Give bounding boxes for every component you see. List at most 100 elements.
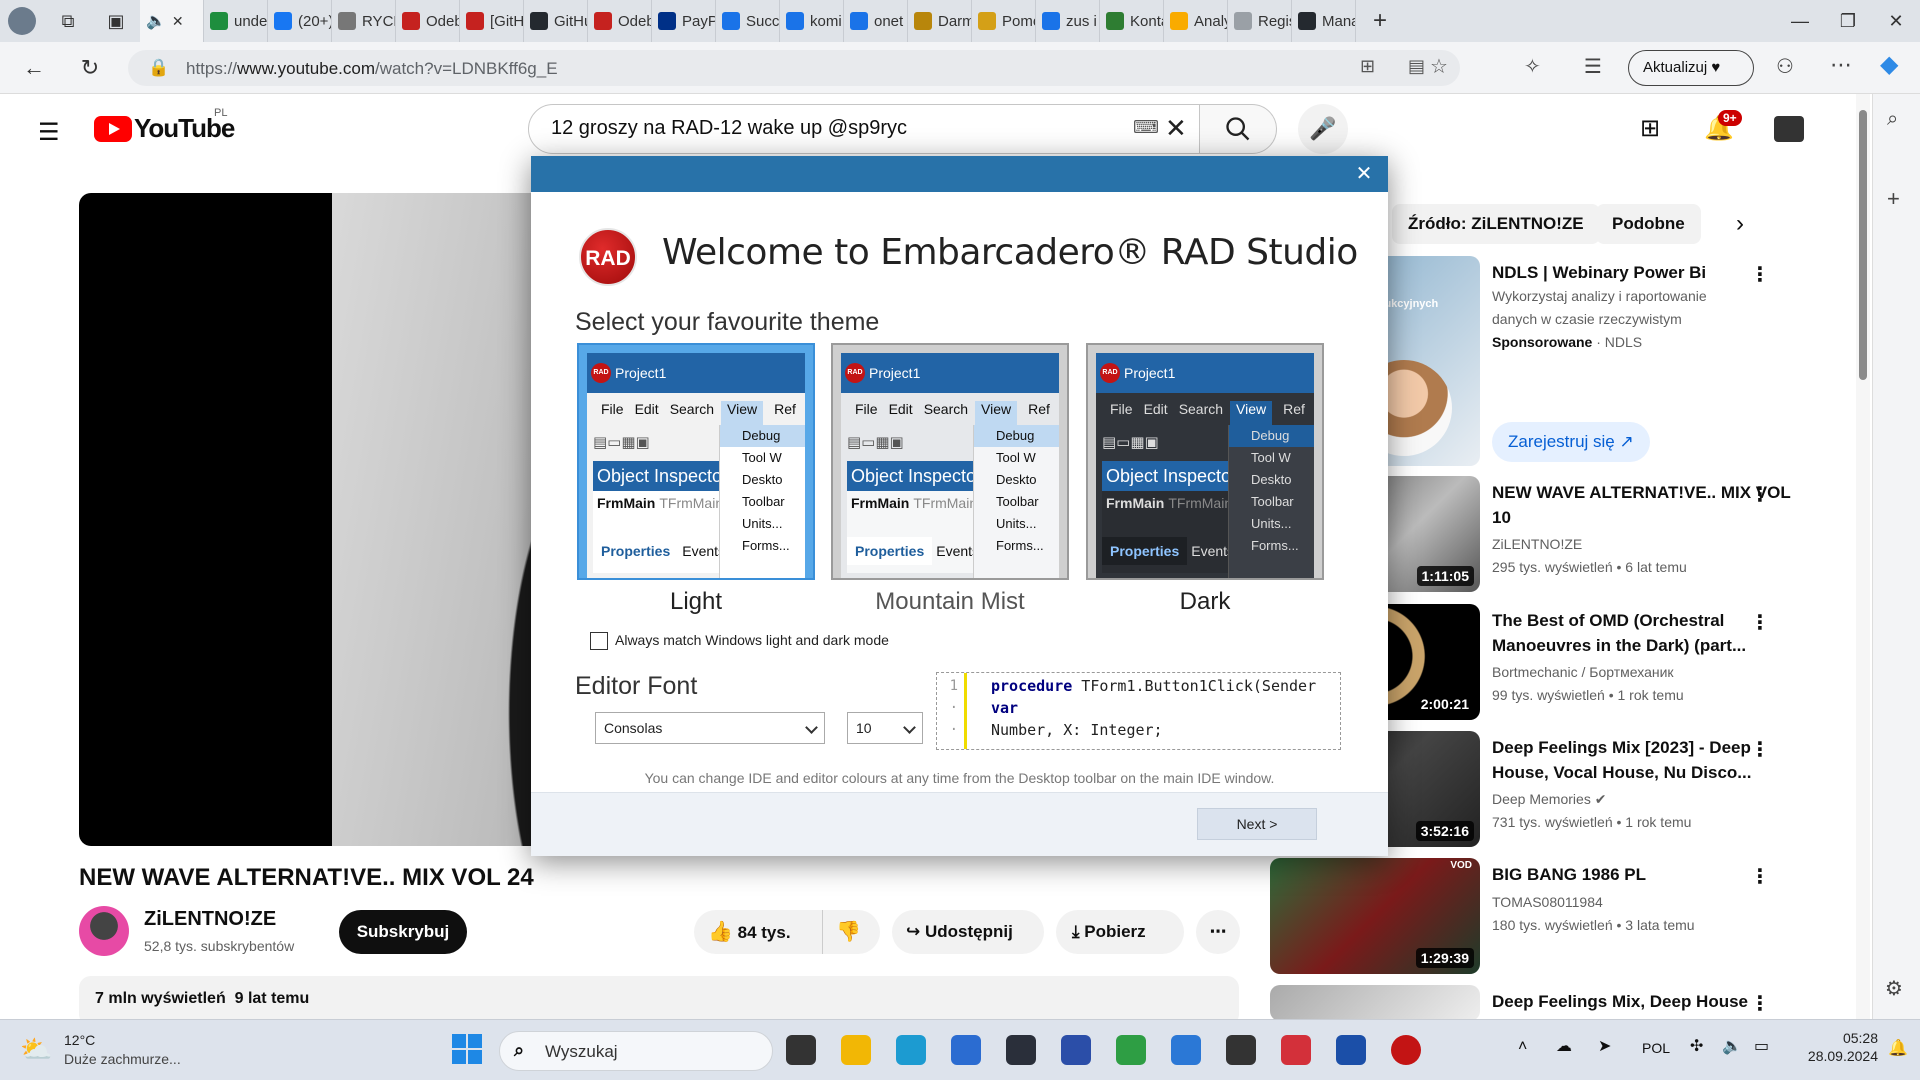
browser-tab[interactable]: GitHu xyxy=(524,0,588,42)
recommendation-channel[interactable]: ZiLENTNO!ZE xyxy=(1492,536,1582,552)
immersive-reader-icon[interactable]: ▤ xyxy=(1408,56,1425,77)
recommendation-more-icon[interactable]: ⋮ xyxy=(1750,482,1770,507)
sidebar-settings-icon[interactable]: ⚙ xyxy=(1885,976,1903,1001)
search-query-text[interactable]: 12 groszy na RAD-12 wake up @sp9ryc xyxy=(551,117,907,140)
ad-more-icon[interactable]: ⋮ xyxy=(1750,262,1770,287)
channel-avatar[interactable] xyxy=(79,906,129,956)
recommendation-channel[interactable]: TOMAS08011984 xyxy=(1492,894,1603,910)
weather-cloud-icon[interactable]: ⛅ xyxy=(20,1034,52,1065)
theme-label[interactable]: Light xyxy=(577,588,815,616)
like-button[interactable]: 👍 84 tys. xyxy=(708,910,791,955)
volume-icon[interactable]: 🔈 xyxy=(1722,1036,1742,1056)
clear-search-icon[interactable]: ✕ xyxy=(1165,113,1187,144)
share-button[interactable]: ↪ Udostępnij xyxy=(892,910,1044,954)
url-bar[interactable]: 🔒 https://www.youtube.com/watch?v=LDNBKf… xyxy=(128,50,1460,86)
browser-tab[interactable]: PayPa xyxy=(652,0,716,42)
copilot-icon[interactable]: ◆ xyxy=(1880,50,1898,79)
ad-register-button[interactable]: Zarejestruj się ↗ xyxy=(1492,422,1650,462)
close-window-icon[interactable]: ✕ xyxy=(1872,11,1920,32)
help-app-icon[interactable] xyxy=(1171,1035,1201,1065)
search-button[interactable] xyxy=(1199,104,1277,154)
profile-avatar[interactable] xyxy=(0,0,44,42)
rad-studio-icon[interactable] xyxy=(1391,1035,1421,1065)
browser-tab[interactable]: Succe xyxy=(716,0,780,42)
browser-tab[interactable]: unde xyxy=(204,0,268,42)
sidebar-add-icon[interactable]: + xyxy=(1887,186,1900,212)
save-disk-icon[interactable] xyxy=(1061,1035,1091,1065)
theme-option-mountain-mist[interactable]: RAD Project1 File Edit Search View Ref ▤▭▦▣ Obje… xyxy=(831,343,1069,580)
minimize-icon[interactable]: — xyxy=(1776,11,1824,32)
file-explorer-icon[interactable] xyxy=(841,1035,871,1065)
battery-icon[interactable]: ▭ xyxy=(1754,1036,1769,1056)
recommendation-more-icon[interactable]: ⋮ xyxy=(1750,864,1770,889)
sidebar-search-icon[interactable]: ⌕ xyxy=(1887,108,1898,131)
weather-description[interactable]: Duże zachmurze... xyxy=(64,1051,181,1067)
match-windows-label[interactable]: Always match Windows light and dark mode xyxy=(615,632,889,648)
more-menu-icon[interactable]: ⋯ xyxy=(1830,52,1852,78)
recommendation-title[interactable]: NEW WAVE ALTERNAT!VE.. MIX VOL 10 xyxy=(1492,480,1792,530)
recommendation-more-icon[interactable]: ⋮ xyxy=(1750,991,1770,1016)
app-available-icon[interactable]: ⊞ xyxy=(1360,56,1375,77)
show-hidden-icons-icon[interactable]: ˄ xyxy=(1518,1038,1527,1056)
hamburger-menu-icon[interactable]: ☰ xyxy=(38,118,60,147)
keyboard-icon[interactable]: ⌨ xyxy=(1133,117,1159,138)
system-clock[interactable]: 05:28 28.09.2024 xyxy=(1800,1030,1878,1064)
profile-sync-icon[interactable]: ⚇ xyxy=(1776,54,1794,79)
network-icon[interactable]: ✣ xyxy=(1690,1036,1703,1056)
chip-similar[interactable]: Podobne xyxy=(1596,204,1701,244)
terminal-icon[interactable] xyxy=(1226,1035,1256,1065)
maximize-icon[interactable]: ❐ xyxy=(1824,11,1872,32)
create-video-icon[interactable]: ⊞ xyxy=(1640,114,1660,143)
recommendation-title[interactable]: Deep Feelings Mix [2023] - Deep House, V… xyxy=(1492,735,1792,785)
task-view-icon[interactable] xyxy=(786,1035,816,1065)
browser-tab[interactable]: Regis xyxy=(1228,0,1292,42)
recommendation-item[interactable]: VOD 1:29:39 BIG BANG 1986 PL TOMAS08011984 1… xyxy=(1270,858,1850,974)
font-name-select[interactable]: Consolas xyxy=(595,712,825,744)
recommendation-title[interactable]: BIG BANG 1986 PL xyxy=(1492,862,1792,887)
browser-tab[interactable]: Pomo xyxy=(972,0,1036,42)
start-windows-icon[interactable] xyxy=(452,1034,482,1064)
theme-option-dark[interactable]: RAD Project1 File Edit Search View Ref ▤▭▦▣ Obje… xyxy=(1086,343,1324,580)
recommendation-more-icon[interactable]: ⋮ xyxy=(1750,737,1770,762)
recommendation-title[interactable]: Deep Feelings Mix, Deep House xyxy=(1492,989,1792,1014)
new-tab-button[interactable]: + xyxy=(1356,7,1404,35)
edge-browser-icon[interactable] xyxy=(896,1035,926,1065)
browser-tab[interactable]: zus i xyxy=(1036,0,1100,42)
chip-source[interactable]: Źródło: ZiLENTNO!ZE xyxy=(1392,204,1600,244)
notification-center-icon[interactable]: 🔔 xyxy=(1888,1038,1908,1058)
browser-tab[interactable]: Odeb xyxy=(396,0,460,42)
voice-search-button[interactable]: 🎤 xyxy=(1298,104,1348,154)
back-icon[interactable]: ← xyxy=(20,54,48,82)
browser-tab[interactable]: [GitH xyxy=(460,0,524,42)
theme-label[interactable]: Mountain Mist xyxy=(831,588,1069,616)
location-icon[interactable]: ➤ xyxy=(1598,1036,1611,1056)
update-button[interactable]: Aktualizuj ♥ xyxy=(1628,50,1754,86)
workspaces-icon[interactable]: ⧉ xyxy=(44,11,92,32)
account-avatar[interactable] xyxy=(1774,116,1804,142)
youtube-search-input[interactable]: 12 groszy na RAD-12 wake up @sp9ryc ⌨ ✕ xyxy=(528,104,1200,154)
recommendation-thumbnail[interactable] xyxy=(1270,985,1480,1021)
more-actions-button[interactable]: ⋯ xyxy=(1196,910,1240,954)
browser-tab[interactable]: Darm xyxy=(908,0,972,42)
browser-tab[interactable]: RYCH xyxy=(332,0,396,42)
favorite-star-icon[interactable]: ☆ xyxy=(1430,54,1448,79)
browser-tab[interactable]: Mana xyxy=(1292,0,1356,42)
theme-label[interactable]: Dark xyxy=(1086,588,1324,616)
url-text[interactable]: https://www.youtube.com/watch?v=LDNBKff6… xyxy=(186,59,558,79)
download-button[interactable]: ⤓ Pobierz xyxy=(1056,910,1184,954)
thumbs-down-icon[interactable]: 👎 xyxy=(836,910,861,954)
chips-next-icon[interactable]: › xyxy=(1736,210,1744,238)
favorites-icon[interactable]: ☰ xyxy=(1584,54,1602,79)
close-tab-icon[interactable]: ✕ xyxy=(172,13,184,30)
browser-tab[interactable]: komi xyxy=(780,0,844,42)
active-tab[interactable]: 🔈 ✕ xyxy=(140,0,204,42)
browser-tab[interactable]: onet xyxy=(844,0,908,42)
browser-tab[interactable]: (20+) xyxy=(268,0,332,42)
lock-icon[interactable]: 🔒 xyxy=(148,58,169,78)
speaker-icon[interactable]: 🔈 xyxy=(146,11,166,31)
scrollbar-thumb[interactable] xyxy=(1859,110,1867,380)
recommendation-more-icon[interactable]: ⋮ xyxy=(1750,610,1770,635)
3d-app-icon[interactable] xyxy=(1006,1035,1036,1065)
channel-name[interactable]: ZiLENTNO!ZE xyxy=(144,908,276,931)
recommendation-channel[interactable]: Deep Memories ✔ xyxy=(1492,791,1606,808)
